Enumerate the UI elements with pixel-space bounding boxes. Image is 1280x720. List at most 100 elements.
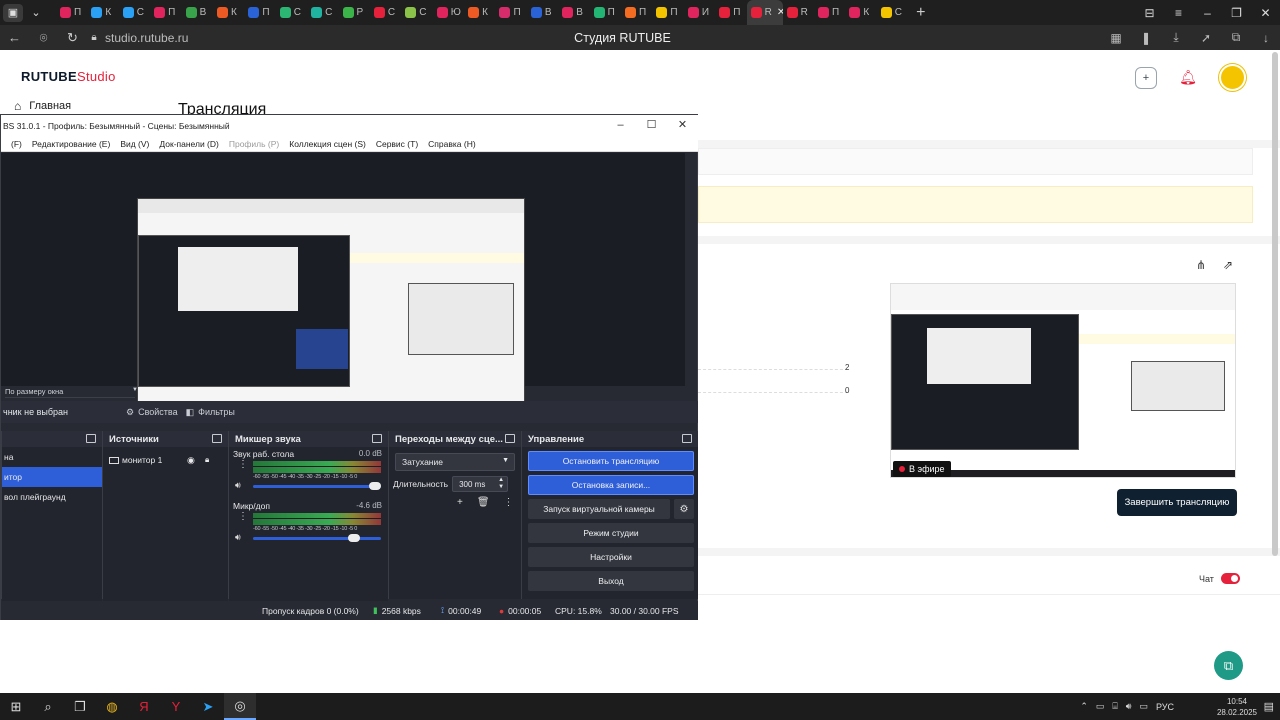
browser-tab[interactable]: П [150,0,181,25]
preview-scale-select[interactable]: По размеру окна ▼ [5,387,138,398]
obs-title-bar[interactable]: BS 31.0.1 - Профиль: Безымянный - Сцены:… [1,115,698,136]
settings-button[interactable]: Настройки [528,547,694,567]
virtual-camera-gear-icon[interactable]: ⚙ [674,499,694,519]
exit-button[interactable]: Выход [528,571,694,591]
notification-bell-icon[interactable]: 🔔︎ [1177,67,1199,89]
bookmark-icon[interactable]: ❚ [1136,31,1156,45]
obs-menu-item[interactable]: Редактирование (E) [32,139,110,149]
speaker-icon[interactable]: 🔊︎ [235,532,241,543]
toggle-switch-icon[interactable] [1220,573,1240,584]
reload-icon[interactable]: ↻ [58,30,87,46]
language-indicator[interactable]: РУС [1156,702,1174,712]
new-tab-plus-icon[interactable]: + [916,4,925,22]
extension-icon[interactable]: ▦ [1106,31,1126,45]
chat-toggle[interactable]: Чат [1199,573,1240,584]
slider-knob[interactable] [369,482,381,490]
volume-icon[interactable]: 🔊︎ [1126,701,1132,712]
browser-menu-icon[interactable]: ▣ [3,3,23,22]
obs-menu-item[interactable]: Справка (H) [428,139,476,149]
visibility-eye-icon[interactable]: ◉ [187,455,195,466]
downloads-arrow-icon[interactable]: ↓ [1256,31,1276,45]
channel-menu-dots-icon[interactable]: ⋮ [238,512,248,522]
obs-menu-item[interactable]: (F) [11,139,22,149]
tray-app-icon[interactable]: ▭ [1096,701,1105,712]
speaker-icon[interactable]: 🔊︎ [235,480,241,491]
browser-tab[interactable]: С [370,0,401,25]
obs-menu-item[interactable]: Профиль (P) [229,139,279,149]
stop-streaming-button[interactable]: Остановить трансляцию [528,451,694,471]
browser-tab[interactable]: В [558,0,589,25]
start-menu-windows-icon[interactable]: ⊞ [0,693,32,720]
lock-icon[interactable]: 🔒︎ [205,455,209,465]
undock-icon[interactable] [212,434,222,443]
channel-menu-dots-icon[interactable]: ⋮ [238,460,248,470]
browser-tab[interactable]: К [213,0,244,25]
chrome-icon[interactable]: ◍ [96,693,128,720]
browser-tab[interactable]: В [527,0,558,25]
yandex-home-icon[interactable]: ⌾ [29,30,58,46]
obs-taskbar-icon[interactable]: ◎ [224,693,256,720]
browser-tab[interactable]: П [495,0,526,25]
upload-icon[interactable]: + [1135,66,1157,89]
share-icon[interactable]: ⋔ [1196,258,1206,272]
notification-center-icon[interactable]: ▤ [1264,700,1274,713]
browser-tab[interactable]: П [590,0,621,25]
transition-menu-dots-icon[interactable]: ⋮ [504,497,514,508]
add-transition-plus-icon[interactable]: + [457,497,463,508]
sidebar-item-home[interactable]: ⌂ Главная [14,99,71,113]
browser-tab[interactable]: В [182,0,213,25]
obs-menu-item[interactable]: Док-панели (D) [159,139,218,149]
browser-tab[interactable]: П [652,0,683,25]
browser-tab[interactable]: С [307,0,338,25]
scene-item[interactable]: на [2,447,102,467]
back-arrow-icon[interactable]: ← [0,30,29,45]
tray-overflow-chevron-icon[interactable]: ⌃ [1080,701,1088,712]
studio-mode-button[interactable]: Режим студии [528,523,694,543]
browser-tab[interactable]: П [715,0,746,25]
obs-program-preview[interactable] [137,198,525,413]
battery-icon[interactable]: ▭ [1139,701,1148,712]
bookmark-bar-icon[interactable]: ⊟ [1135,6,1164,20]
yandex-browser-icon[interactable]: Y [160,693,192,720]
support-chat-button[interactable]: ⧉ [1214,651,1243,680]
browser-tab[interactable]: Ю [433,0,464,25]
maximize-icon[interactable]: ❐ [1222,6,1251,20]
obs-menu-item[interactable]: Коллекция сцен (S) [289,139,366,149]
minimize-icon[interactable]: – [1193,6,1222,20]
browser-tab[interactable]: С [119,0,150,25]
properties-button[interactable]: ⚙ Свойства [126,407,178,418]
user-avatar[interactable] [1219,64,1246,91]
cursor-icon[interactable]: ➚ [1196,31,1216,45]
download-icon[interactable]: ⤓ [1166,30,1186,45]
undock-icon[interactable] [505,434,515,443]
duration-spinbox[interactable]: 300 ms ▲ ▼ [452,476,509,492]
browser-tab-active[interactable]: R ✕ [746,0,783,25]
undock-icon[interactable] [86,434,96,443]
hamburger-menu-icon[interactable]: ≡ [1164,6,1193,20]
taskbar-clock[interactable]: 10:54 28.02.2025 [1217,696,1257,718]
obs-minimize-icon[interactable]: – [605,115,636,136]
volume-slider[interactable] [253,534,381,542]
browser-tab[interactable]: П [621,0,652,25]
end-stream-button[interactable]: Завершить трансляцию [1117,489,1237,516]
task-view-icon[interactable]: ❐ [64,693,96,720]
remove-transition-trash-icon[interactable]: 🗑︎ [477,497,490,508]
page-scrollbar[interactable] [1272,52,1278,556]
browser-tab[interactable]: П [814,0,845,25]
telegram-icon[interactable]: ➤ [192,693,224,720]
browser-tab[interactable]: И [684,0,715,25]
filters-button[interactable]: ◧ Фильтры [186,407,235,418]
open-external-icon[interactable]: ⇗ [1223,258,1233,272]
browser-tab[interactable]: С [877,0,908,25]
browser-tab[interactable]: R [783,0,814,25]
obs-menu-item[interactable]: Сервис (T) [376,139,418,149]
close-window-icon[interactable]: ✕ [1251,6,1280,20]
obs-maximize-icon[interactable]: ☐ [636,115,667,136]
undock-icon[interactable] [372,434,382,443]
scene-item[interactable]: вол плейграунд [2,487,102,507]
spin-arrows-icon[interactable]: ▲ ▼ [498,477,504,491]
browser-tab[interactable]: К [845,0,876,25]
scene-item[interactable]: итор [2,467,102,487]
source-item[interactable]: монитор 1 ◉ 🔒︎ [103,451,228,469]
browser-tab[interactable]: К [87,0,118,25]
